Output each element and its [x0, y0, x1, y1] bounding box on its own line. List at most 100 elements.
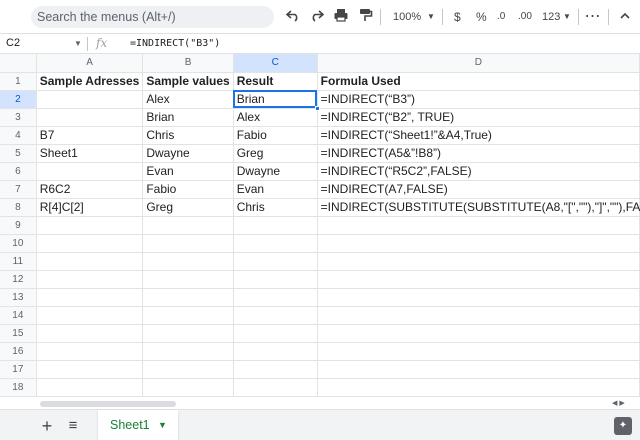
cell[interactable]: Greg — [233, 144, 318, 163]
cell[interactable] — [233, 306, 318, 325]
select-all-corner[interactable] — [0, 54, 37, 73]
row-header[interactable]: 11 — [0, 252, 37, 271]
cell[interactable] — [317, 378, 640, 397]
cell[interactable] — [142, 360, 234, 379]
cell[interactable] — [36, 378, 144, 397]
cell[interactable]: Alex — [142, 90, 234, 109]
row-header[interactable]: 6 — [0, 162, 37, 181]
cell[interactable] — [233, 342, 318, 361]
cell[interactable] — [36, 90, 144, 109]
cell[interactable]: Dwayne — [142, 144, 234, 163]
formula-input[interactable]: =INDIRECT("B3") — [130, 34, 220, 53]
cell[interactable] — [142, 270, 234, 289]
cell[interactable] — [233, 378, 318, 397]
zoom-select[interactable]: 100% — [393, 7, 421, 27]
cell[interactable]: Brian — [142, 108, 234, 127]
cell[interactable]: R6C2 — [36, 180, 144, 199]
column-header-a[interactable]: A — [36, 54, 144, 73]
row-header[interactable]: 1 — [0, 72, 37, 91]
scroll-right-icon[interactable]: ▶ — [619, 400, 624, 407]
row-header[interactable]: 4 — [0, 126, 37, 145]
cell[interactable]: Formula Used — [317, 72, 640, 91]
undo-icon[interactable] — [284, 7, 302, 27]
cell[interactable]: Fabio — [233, 126, 318, 145]
scroll-arrows[interactable]: ◀ ▶ — [612, 399, 625, 407]
cell[interactable] — [142, 342, 234, 361]
paint-format-icon[interactable] — [356, 7, 374, 27]
row-header[interactable]: 15 — [0, 324, 37, 343]
sheet-tab-dropdown-icon[interactable]: ▼ — [158, 410, 167, 440]
cell[interactable]: Evan — [233, 180, 318, 199]
row-header[interactable]: 9 — [0, 216, 37, 235]
sheet-tab[interactable]: Sheet1 ▼ — [98, 410, 178, 440]
cell[interactable] — [317, 360, 640, 379]
row-header[interactable]: 8 — [0, 198, 37, 217]
cell[interactable] — [142, 288, 234, 307]
print-icon[interactable] — [332, 7, 350, 27]
percent-format-button[interactable]: % — [476, 7, 487, 27]
cell[interactable]: Result — [233, 72, 318, 91]
column-header-b[interactable]: B — [142, 54, 234, 73]
cell[interactable]: R[4]C[2] — [36, 198, 144, 217]
row-header[interactable]: 10 — [0, 234, 37, 253]
cell[interactable] — [142, 234, 234, 253]
selected-cell[interactable]: Brian — [233, 90, 320, 111]
cell[interactable] — [36, 252, 144, 271]
cell[interactable]: =INDIRECT(“B2”, TRUE) — [317, 108, 640, 127]
cell[interactable] — [233, 288, 318, 307]
cell[interactable] — [36, 342, 144, 361]
collapse-menu-icon[interactable] — [618, 7, 632, 27]
cell[interactable]: Sample Adresses — [36, 72, 144, 91]
cell[interactable] — [317, 324, 640, 343]
cell[interactable] — [142, 252, 234, 271]
cell[interactable]: Chris — [142, 126, 234, 145]
row-header[interactable]: 16 — [0, 342, 37, 361]
cell[interactable]: Dwayne — [233, 162, 318, 181]
cell[interactable]: Sample values — [142, 72, 234, 91]
cell[interactable] — [317, 306, 640, 325]
column-header-c[interactable]: C — [233, 54, 318, 73]
row-header[interactable]: 7 — [0, 180, 37, 199]
horizontal-scrollbar[interactable] — [40, 401, 176, 407]
cell[interactable] — [233, 234, 318, 253]
cell[interactable] — [317, 270, 640, 289]
cell[interactable] — [317, 252, 640, 271]
cell[interactable]: =INDIRECT(“B3”) — [317, 90, 640, 109]
number-format-select[interactable]: 123 — [542, 7, 560, 27]
cell[interactable] — [142, 324, 234, 343]
cell[interactable] — [36, 216, 144, 235]
cell[interactable] — [36, 324, 144, 343]
cell[interactable]: B7 — [36, 126, 144, 145]
cell[interactable] — [36, 108, 144, 127]
cell[interactable]: Alex — [233, 108, 318, 127]
cell[interactable] — [233, 216, 318, 235]
menu-search-input[interactable]: Search the menus (Alt+/) — [31, 6, 274, 28]
increase-decimal-button[interactable]: .00 — [518, 7, 532, 27]
decrease-decimal-button[interactable]: .0 — [497, 7, 505, 27]
cell[interactable]: Evan — [142, 162, 234, 181]
cell[interactable]: Greg — [142, 198, 234, 217]
cell[interactable] — [36, 162, 144, 181]
cell[interactable] — [142, 378, 234, 397]
row-header[interactable]: 13 — [0, 288, 37, 307]
cell[interactable]: Chris — [233, 198, 318, 217]
cell[interactable] — [233, 360, 318, 379]
cell[interactable] — [317, 216, 640, 235]
explore-icon[interactable]: ✦ — [614, 417, 632, 435]
row-header[interactable]: 17 — [0, 360, 37, 379]
cell[interactable]: =INDIRECT(SUBSTITUTE(SUBSTITUTE(A8,"[","… — [317, 198, 640, 217]
cell[interactable]: =INDIRECT(A5&”!B8”) — [317, 144, 640, 163]
cell[interactable] — [36, 360, 144, 379]
row-header[interactable]: 12 — [0, 270, 37, 289]
cell[interactable] — [233, 252, 318, 271]
cell[interactable] — [317, 342, 640, 361]
cell[interactable]: =INDIRECT(“R5C2”,FALSE) — [317, 162, 640, 181]
cell[interactable]: Fabio — [142, 180, 234, 199]
row-header[interactable]: 18 — [0, 378, 37, 397]
row-header[interactable]: 3 — [0, 108, 37, 127]
cell[interactable]: =INDIRECT(“Sheet1!”&A4,True) — [317, 126, 640, 145]
add-sheet-icon[interactable]: + — [38, 416, 56, 436]
currency-format-button[interactable]: $ — [454, 7, 461, 27]
cell[interactable] — [36, 270, 144, 289]
more-options-icon[interactable]: ⋯ — [584, 7, 601, 27]
